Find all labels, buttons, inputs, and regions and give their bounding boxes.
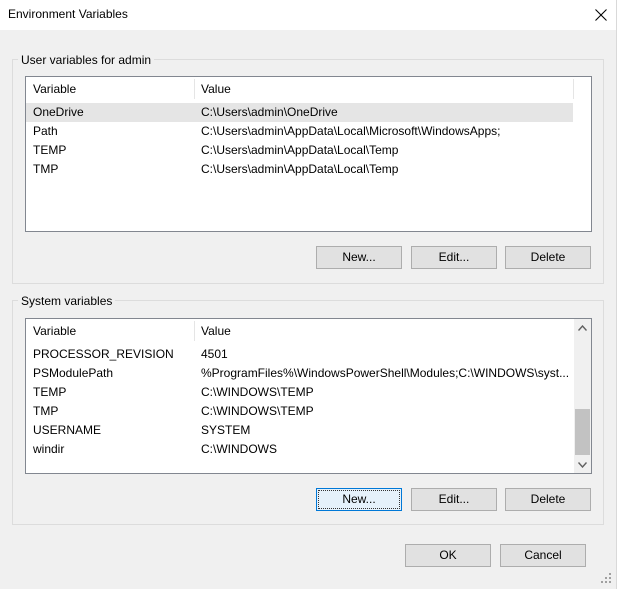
user-variable-variable-cell: TMP <box>33 162 59 176</box>
user-variable-row[interactable]: OneDrive C:\Users\admin\OneDrive <box>26 103 573 122</box>
system-header-variable[interactable]: Variable <box>26 319 194 343</box>
cancel-button[interactable]: Cancel <box>500 544 586 567</box>
system-variable-row[interactable]: PSModulePath %ProgramFiles%\WindowsPowerS… <box>26 364 573 383</box>
chevron-up-icon <box>578 324 587 331</box>
system-variable-variable-cell: PROCESSOR_REVISION <box>33 347 174 361</box>
system-header-value[interactable]: Value <box>194 319 574 343</box>
scroll-down-button[interactable] <box>574 456 591 473</box>
system-variable-value-cell: 4501 <box>201 347 228 361</box>
scroll-thumb[interactable] <box>575 409 590 455</box>
system-variable-value-cell: C:\WINDOWS\TEMP <box>201 404 314 418</box>
system-variable-value-cell: C:\WINDOWS <box>201 442 277 456</box>
user-new-button[interactable]: New... <box>316 246 402 269</box>
system-delete-button[interactable]: Delete <box>505 488 591 511</box>
system-variable-value-cell: SYSTEM <box>201 423 251 437</box>
system-variables-list[interactable]: Variable Value PROCESSOR_REVISION 4501 PSM… <box>25 318 592 474</box>
system-variable-value-cell: C:\WINDOWS\TEMP <box>201 385 314 399</box>
window-title: Environment Variables <box>8 7 128 21</box>
system-variable-row[interactable]: TEMP C:\WINDOWS\TEMP <box>26 383 573 402</box>
chevron-down-icon <box>578 461 587 468</box>
user-list-header: Variable Value <box>26 77 591 101</box>
user-variable-value-cell: C:\Users\admin\OneDrive <box>201 105 338 119</box>
user-variable-value-cell: C:\Users\admin\AppData\Local\Temp <box>201 143 399 157</box>
ok-button[interactable]: OK <box>405 544 491 567</box>
user-header-variable[interactable]: Variable <box>26 77 194 101</box>
system-variable-row[interactable]: TMP C:\WINDOWS\TEMP <box>26 402 573 421</box>
resize-grip-icon[interactable] <box>600 572 612 584</box>
user-variables-label: User variables for admin <box>18 53 155 67</box>
system-variable-variable-cell: TEMP <box>33 385 67 399</box>
user-variable-variable-cell: Path <box>33 124 58 138</box>
close-icon <box>594 9 607 21</box>
environment-variables-dialog: Environment Variables User variables for… <box>0 0 616 589</box>
system-variable-variable-cell: PSModulePath <box>33 366 114 380</box>
user-variable-row[interactable]: TEMP C:\Users\admin\AppData\Local\Temp <box>26 141 573 160</box>
system-variable-row[interactable]: PROCESSOR_REVISION 4501 <box>26 345 573 364</box>
title-bar: Environment Variables <box>0 0 616 30</box>
user-variable-value-cell: C:\Users\admin\AppData\Local\Temp <box>201 162 399 176</box>
user-variable-variable-cell: TEMP <box>33 143 67 157</box>
system-variables-label: System variables <box>18 294 116 308</box>
system-variable-variable-cell: windir <box>33 442 65 456</box>
system-list-scrollbar[interactable] <box>574 319 591 473</box>
system-edit-button[interactable]: Edit... <box>411 488 497 511</box>
system-list-header: Variable Value <box>26 319 591 343</box>
user-header-value[interactable]: Value <box>194 77 574 101</box>
user-variable-row[interactable]: Path C:\Users\admin\AppData\Local\Microso… <box>26 122 573 141</box>
user-edit-button[interactable]: Edit... <box>411 246 497 269</box>
background-window-edge <box>616 0 627 589</box>
system-variable-value-cell: %ProgramFiles%\WindowsPowerShell\Modules… <box>201 366 570 380</box>
user-delete-button[interactable]: Delete <box>505 246 591 269</box>
close-button[interactable] <box>585 0 616 30</box>
system-variable-row[interactable]: windir C:\WINDOWS <box>26 440 573 459</box>
user-variable-variable-cell: OneDrive <box>33 105 84 119</box>
user-header-divider-end <box>573 79 574 99</box>
scroll-up-button[interactable] <box>574 319 591 336</box>
user-variable-value-cell: C:\Users\admin\AppData\Local\Microsoft\W… <box>201 124 501 138</box>
system-variable-variable-cell: USERNAME <box>33 423 102 437</box>
system-new-button[interactable]: New... <box>316 488 402 511</box>
user-variables-list[interactable]: Variable Value OneDrive C:\Users\admin\On… <box>25 76 592 232</box>
system-variable-variable-cell: TMP <box>33 404 59 418</box>
system-variable-row[interactable]: USERNAME SYSTEM <box>26 421 573 440</box>
user-variable-row[interactable]: TMP C:\Users\admin\AppData\Local\Temp <box>26 160 573 179</box>
